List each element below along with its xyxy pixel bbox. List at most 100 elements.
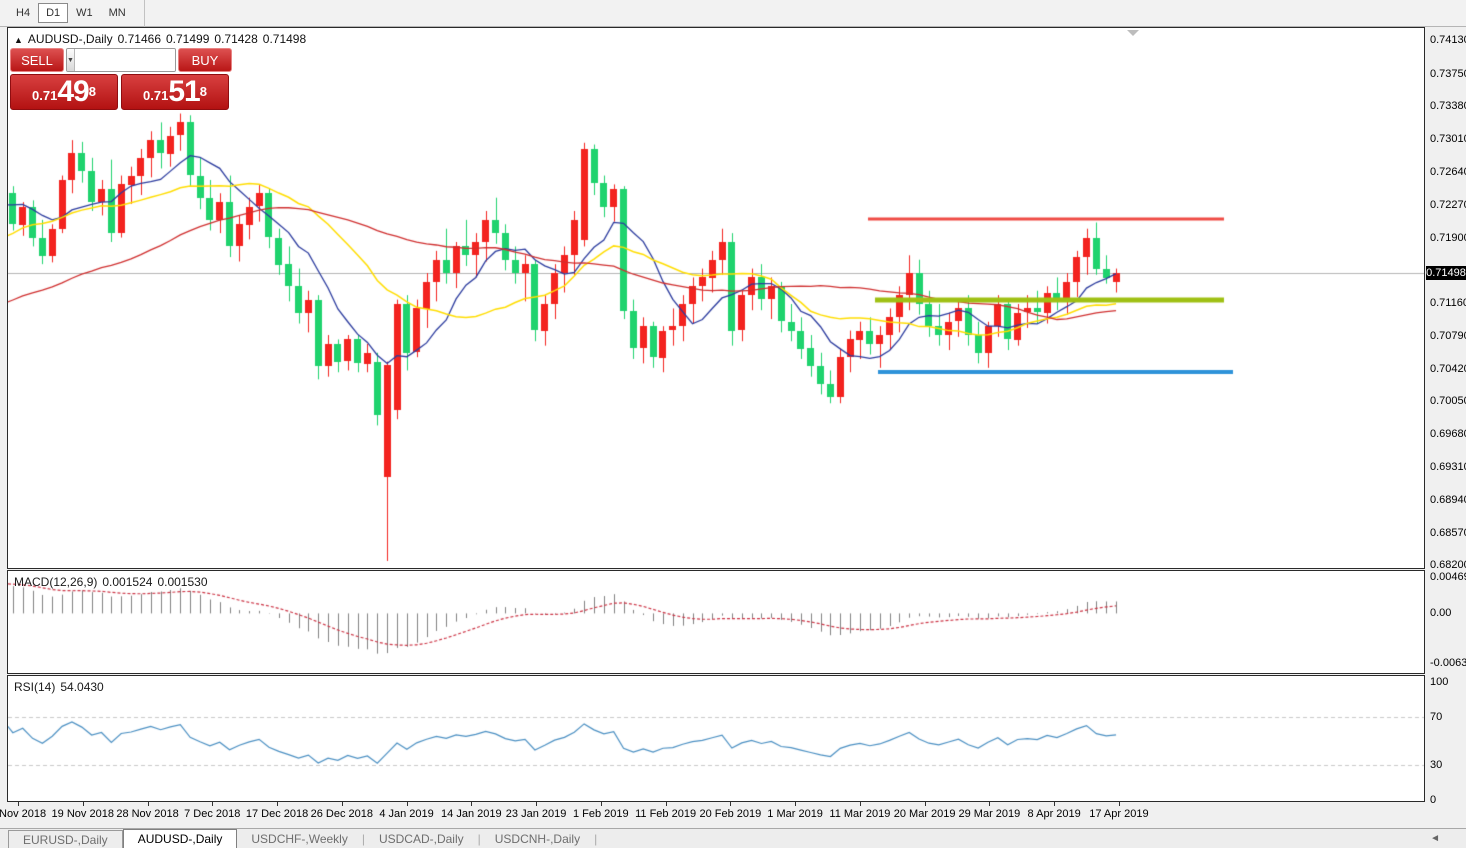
volume-input[interactable]	[75, 49, 176, 71]
time-axis-tick	[536, 802, 537, 806]
volume-decrease-button[interactable]: ▼	[67, 49, 75, 71]
time-axis-label: 23 Jan 2019	[506, 808, 567, 820]
time-axis-label: 4 Jan 2019	[379, 808, 433, 820]
time-axis-label: 1 Mar 2019	[767, 808, 823, 820]
chart-title: ▲AUDUSD-,Daily0.714660.714990.714280.714…	[14, 32, 311, 46]
macd-canvas[interactable]	[8, 571, 1424, 673]
time-axis-tick	[212, 802, 213, 806]
price-axis-label: 0.69310	[1430, 461, 1466, 473]
time-axis-tick	[83, 802, 84, 806]
buy-price-point: 8	[200, 75, 207, 109]
rsi-canvas[interactable]	[8, 676, 1424, 801]
trading-platform-window: H4 D1 W1 MN ▲AUDUSD-,Daily0.714660.71499…	[0, 0, 1466, 848]
price-axis-label: 0.70790	[1430, 330, 1466, 342]
sell-price-point: 8	[89, 75, 96, 109]
main-chart-pane: ▲AUDUSD-,Daily0.714660.714990.714280.714…	[7, 27, 1425, 569]
price-axis-label: 0.73750	[1430, 68, 1466, 80]
price-axis-label: 0.73010	[1430, 133, 1466, 145]
time-axis-label: 9 Nov 2018	[0, 808, 46, 820]
time-axis-tick	[925, 802, 926, 806]
price-axis-label: 0.74130	[1430, 34, 1466, 46]
macd-axis-label: -0.00639	[1430, 657, 1466, 669]
price-axis-label: 0.72640	[1430, 166, 1466, 178]
time-axis-tick	[407, 802, 408, 806]
timeframe-button-w1[interactable]: W1	[68, 3, 101, 23]
rsi-axis-label: 100	[1430, 676, 1448, 688]
sell-price-prefix: 0.71	[32, 86, 57, 106]
rsi-axis-label: 70	[1430, 711, 1442, 723]
timeframe-button-d1[interactable]: D1	[38, 3, 68, 23]
time-axis-tick	[1119, 802, 1120, 806]
buy-price-prefix: 0.71	[143, 86, 168, 106]
tab-usdchf-weekly[interactable]: USDCHF-,Weekly	[237, 829, 361, 848]
time-axis-tick	[795, 802, 796, 806]
price-axis-label: 0.68200	[1430, 559, 1466, 571]
current-price-label: 0.71498	[1426, 266, 1466, 280]
price-axis-label: 0.70420	[1430, 363, 1466, 375]
chart-collapse-icon[interactable]: ▲	[14, 35, 23, 45]
time-axis-label: 20 Mar 2019	[894, 808, 956, 820]
time-axis-label: 19 Nov 2018	[52, 808, 114, 820]
tab-separator: |	[594, 829, 597, 848]
rsi-value: 54.0430	[60, 680, 103, 694]
price-axis-label: 0.68570	[1430, 527, 1466, 539]
rsi-pane: RSI(14)54.0430	[7, 675, 1425, 802]
sell-price-pips: 49	[57, 78, 88, 106]
buy-price-box[interactable]: 0.71518	[121, 74, 229, 110]
time-axis-tick	[471, 802, 472, 806]
time-axis-label: 28 Nov 2018	[116, 808, 178, 820]
tab-eurusd-daily[interactable]: EURUSD-,Daily	[8, 830, 123, 848]
time-axis-tick	[989, 802, 990, 806]
rsi-label: RSI(14)54.0430	[14, 680, 109, 694]
sell-button[interactable]: SELL	[10, 48, 64, 72]
timeframe-button-h4[interactable]: H4	[8, 3, 38, 23]
price-axis-label: 0.68940	[1430, 494, 1466, 506]
rsi-axis-label: 0	[1430, 794, 1436, 806]
time-axis-label: 1 Feb 2019	[573, 808, 629, 820]
price-axis-label: 0.71160	[1430, 297, 1466, 309]
time-axis-label: 26 Dec 2018	[311, 808, 373, 820]
time-axis-tick	[860, 802, 861, 806]
price-axis-label: 0.70050	[1430, 395, 1466, 407]
ohlc-high: 0.71499	[166, 32, 209, 46]
time-axis-label: 7 Dec 2018	[184, 808, 240, 820]
tab-scroll-left-icon[interactable]: ◄	[1430, 833, 1440, 844]
tab-usdcnh-daily[interactable]: USDCNH-,Daily	[481, 829, 594, 848]
macd-value: 0.001524	[102, 575, 152, 589]
time-axis-tick	[601, 802, 602, 806]
price-axis-label: 0.69680	[1430, 428, 1466, 440]
macd-axis-label: 0.00	[1430, 607, 1451, 619]
time-axis-label: 14 Jan 2019	[441, 808, 502, 820]
chart-shift-marker-icon[interactable]	[1127, 30, 1139, 36]
buy-button[interactable]: BUY	[178, 48, 232, 72]
chart-tab-bar: EURUSD-,Daily AUDUSD-,Daily USDCHF-,Week…	[0, 828, 1466, 848]
price-axis-label: 0.73380	[1430, 100, 1466, 112]
rsi-axis-label: 30	[1430, 759, 1442, 771]
tab-usdcad-daily[interactable]: USDCAD-,Daily	[365, 829, 478, 848]
time-axis-label: 11 Mar 2019	[829, 808, 890, 820]
time-axis-label: 11 Feb 2019	[635, 808, 696, 820]
time-axis-tick	[277, 802, 278, 806]
time-axis-tick	[342, 802, 343, 806]
time-axis-label: 17 Dec 2018	[246, 808, 308, 820]
time-axis-label: 8 Apr 2019	[1028, 808, 1081, 820]
volume-stepper: ▼ ▲	[66, 48, 176, 72]
macd-name: MACD(12,26,9)	[14, 575, 97, 589]
time-axis-tick	[18, 802, 19, 806]
time-axis[interactable]: 9 Nov 201819 Nov 201828 Nov 20187 Dec 20…	[8, 802, 1424, 827]
time-axis-tick	[1054, 802, 1055, 806]
buy-price-pips: 51	[168, 78, 199, 106]
price-axis-label: 0.71900	[1430, 232, 1466, 244]
time-axis-tick	[666, 802, 667, 806]
price-axis[interactable]: 0.74130 0.73750 0.73380 0.73010 0.72640 0.722…	[1426, 0, 1466, 830]
ohlc-open: 0.71466	[118, 32, 161, 46]
time-axis-label: 17 Apr 2019	[1089, 808, 1148, 820]
timeframe-toolbar: H4 D1 W1 MN	[0, 0, 1466, 27]
ohlc-close: 0.71498	[263, 32, 306, 46]
timeframe-button-mn[interactable]: MN	[101, 3, 134, 23]
sell-price-box[interactable]: 0.71498	[10, 74, 118, 110]
ohlc-low: 0.71428	[214, 32, 257, 46]
macd-signal-value: 0.001530	[157, 575, 207, 589]
tab-audusd-daily[interactable]: AUDUSD-,Daily	[123, 829, 238, 848]
price-axis-label: 0.72270	[1430, 199, 1466, 211]
